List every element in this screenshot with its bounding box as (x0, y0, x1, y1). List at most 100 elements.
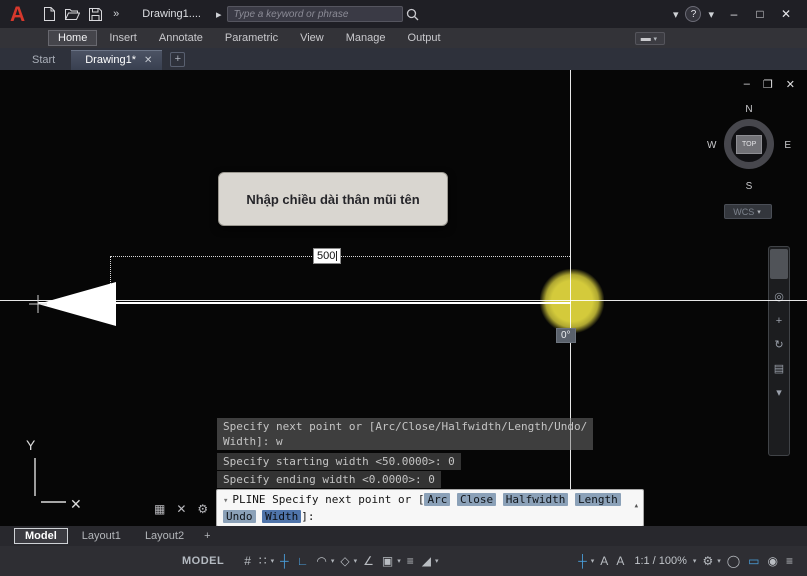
keyword-close[interactable]: Close (457, 493, 496, 506)
viewcube-south-label[interactable]: S (705, 181, 793, 192)
customization-gear-icon[interactable]: ⚙ (702, 554, 713, 568)
polar-dropdown-icon[interactable]: ▾ (331, 557, 335, 565)
drawing-close-icon[interactable]: ✕ (786, 78, 795, 91)
file-tab-start[interactable]: Start (16, 51, 71, 70)
new-layout-button[interactable]: + (198, 530, 216, 542)
save-icon[interactable] (85, 4, 105, 24)
viewport-scale-label[interactable]: 1:1 / 100% (634, 555, 687, 567)
keyword-halfwidth[interactable]: Halfwidth (503, 493, 569, 506)
viewcube-east-label[interactable]: E (784, 140, 791, 151)
nav-orbit-icon[interactable]: ◎ (774, 285, 784, 309)
status-bar-menu-icon[interactable]: ≡ (786, 554, 793, 568)
help-dropdown-icon[interactable]: ▾ (708, 8, 714, 21)
ribbon-tab-home[interactable]: Home (48, 30, 97, 46)
signin-dropdown-icon[interactable]: ▾ (673, 8, 679, 21)
recent-commands-icon[interactable]: ▾ (223, 496, 228, 506)
viewcube-north-label[interactable]: N (705, 104, 793, 115)
navigation-wheel-icon[interactable] (770, 249, 788, 279)
command-history-line: Specify next point or [Arc/Close/Halfwid… (217, 418, 593, 450)
nav-showmotion-icon[interactable]: ▤ (774, 357, 784, 381)
crosshair-vertical (570, 70, 571, 526)
drawing-restore-icon[interactable]: ❐ (763, 78, 773, 91)
search-icon[interactable] (403, 4, 423, 24)
search-input[interactable] (227, 6, 403, 22)
ribbon-display-toggle[interactable]: ▬ ▾ (635, 32, 665, 45)
isodraft-icon[interactable]: ◇ (340, 554, 349, 568)
ribbon-display-dropdown-icon[interactable]: ▾ (653, 36, 657, 43)
drawing-minimize-icon[interactable]: – (744, 78, 750, 91)
transparency-icon[interactable]: ◢ (422, 554, 431, 568)
grid-icon[interactable]: # (244, 554, 251, 568)
command-history-block: Specify ending width <0.0000>: 0 (217, 471, 441, 488)
command-dock-customize-icon[interactable]: ⚙ (197, 502, 208, 516)
isodraft-dropdown-icon[interactable]: ▾ (354, 557, 358, 565)
title-bar: A » Drawing1.... ▸ ▾ ? ▾ – □ ✕ (0, 0, 807, 28)
command-line[interactable]: ▾PLINE Specify next point or [Arc Close … (216, 489, 644, 526)
scale-dropdown-icon[interactable]: ▾ (693, 557, 697, 565)
history-line-4: Specify ending width <0.0000>: 0 (217, 471, 441, 488)
close-button[interactable]: ✕ (775, 7, 797, 21)
ribbon-tab-output[interactable]: Output (398, 30, 451, 46)
snap-mode-icon[interactable]: ∷ (259, 554, 267, 568)
dynamic-input-field[interactable]: 500 (313, 248, 341, 264)
keyword-width[interactable]: Width (262, 510, 301, 523)
navigation-bar[interactable]: ◎ + ↻ ▤ ▾ (768, 246, 790, 456)
minimize-button[interactable]: – (723, 7, 745, 21)
polar-tracking-icon[interactable]: ◠ (316, 554, 326, 568)
ribbon-tab-manage[interactable]: Manage (336, 30, 396, 46)
text-caret (336, 251, 337, 261)
viewcube-west-label[interactable]: W (707, 140, 716, 151)
command-dock-close-icon[interactable]: ✕ (176, 502, 186, 516)
nav-zoom-icon[interactable]: ↻ (774, 333, 783, 357)
tab-layout2[interactable]: Layout2 (135, 529, 194, 543)
isolate-objects-icon[interactable]: ◉ (768, 554, 778, 568)
viewcube-top-face[interactable]: TOP (736, 135, 762, 154)
dynamic-input-icon[interactable]: ┼ (280, 554, 289, 568)
command-dock-grip-icon[interactable]: ▦ (154, 502, 165, 516)
history-line-1: Specify next point or [Arc/Close/Halfwid… (223, 420, 587, 433)
nav-pan-icon[interactable]: + (776, 309, 782, 333)
osnap-dropdown-icon[interactable]: ▾ (397, 557, 401, 565)
model-space-label[interactable]: MODEL (182, 555, 224, 567)
command-history-block: Specify next point or [Arc/Close/Halfwid… (217, 418, 593, 450)
maximize-button[interactable]: □ (749, 7, 771, 21)
annotation-dropdown-icon[interactable]: ▾ (591, 557, 595, 565)
transparency-dropdown-icon[interactable]: ▾ (435, 557, 439, 565)
new-drawing-tab-button[interactable]: + (170, 52, 185, 67)
file-tab-close-icon[interactable]: ✕ (144, 55, 152, 66)
ortho-mode-icon[interactable]: ∟ (297, 554, 309, 568)
autoscale-icon[interactable]: A (616, 554, 624, 568)
nav-more-icon[interactable]: ▾ (776, 381, 782, 405)
command-history-toggle-icon[interactable]: ▴ (634, 499, 639, 514)
ribbon-tab-view[interactable]: View (290, 30, 334, 46)
object-snap-icon[interactable]: ▣ (382, 554, 393, 568)
keyword-undo[interactable]: Undo (223, 510, 256, 523)
command-prompt-text: PLINE Specify next point or [ (232, 493, 424, 506)
clean-screen-icon[interactable]: ◯ (727, 554, 740, 568)
tab-model[interactable]: Model (14, 528, 68, 544)
open-file-icon[interactable] (62, 4, 82, 24)
tab-layout1[interactable]: Layout1 (72, 529, 131, 543)
annotation-visibility-icon[interactable]: A (600, 554, 608, 568)
drawing-area[interactable]: – ❐ ✕ N TOP W E S WCS ▾ ◎ + ↻ ▤ ▾ (0, 70, 807, 526)
search-breadcrumb-icon[interactable]: ▸ (216, 8, 222, 21)
wcs-dropdown[interactable]: WCS ▾ (724, 204, 772, 219)
quick-access-expand-icon[interactable]: » (113, 8, 119, 20)
keyword-length[interactable]: Length (575, 493, 621, 506)
graphics-performance-icon[interactable]: ▭ (748, 554, 759, 568)
autocad-logo-menu[interactable]: A (10, 4, 25, 25)
ribbon-tab-insert[interactable]: Insert (99, 30, 147, 46)
keyword-arc[interactable]: Arc (424, 493, 450, 506)
annotation-scale-icon[interactable]: ┼ (578, 554, 587, 568)
ribbon-tab-parametric[interactable]: Parametric (215, 30, 288, 46)
wcs-dropdown-icon[interactable]: ▾ (757, 208, 761, 216)
snap-dropdown-icon[interactable]: ▾ (271, 557, 275, 565)
ribbon-tab-annotate[interactable]: Annotate (149, 30, 213, 46)
file-tab-drawing1[interactable]: Drawing1* ✕ (71, 50, 162, 70)
lineweight-icon[interactable]: ≡ (407, 554, 414, 568)
new-file-icon[interactable] (39, 4, 59, 24)
osnap-tracking-icon[interactable]: ∠ (363, 554, 374, 568)
help-icon[interactable]: ? (685, 6, 701, 22)
viewcube[interactable]: N TOP W E S (705, 104, 793, 200)
customization-dropdown-icon[interactable]: ▾ (717, 557, 721, 565)
